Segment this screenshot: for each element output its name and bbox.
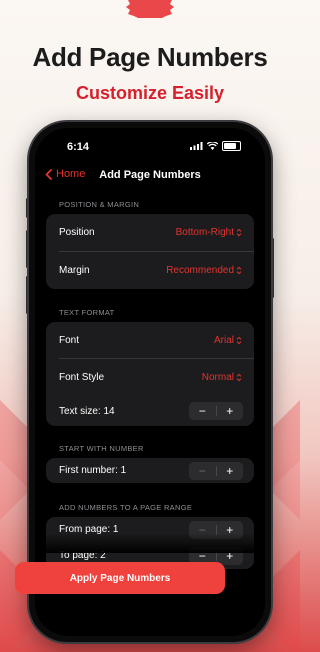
position-label: Position	[59, 227, 95, 238]
signal-icon	[190, 142, 203, 150]
row-font-style[interactable]: Font Style Normal	[46, 359, 254, 395]
text-size-label: Text size: 14	[59, 405, 115, 417]
row-position[interactable]: Position Bottom-Right	[46, 214, 254, 251]
font-style-label: Font Style	[59, 371, 105, 383]
phone-screen: 6:14 Home Add Page Numbers POSITION & MA…	[35, 128, 265, 636]
battery-icon	[222, 141, 241, 151]
chevron-updown-icon	[236, 228, 242, 237]
section-header-text-format: TEXT FORMAT	[59, 308, 115, 317]
section-header-page-range: ADD NUMBERS TO A PAGE RANGE	[59, 503, 193, 512]
chevron-updown-icon	[236, 373, 242, 381]
status-time: 6:14	[67, 141, 90, 153]
chevron-updown-icon	[236, 266, 242, 275]
text-size-increment-button[interactable]: +	[217, 402, 244, 420]
group-position-margin: Position Bottom-Right Margin Recommended	[46, 214, 254, 289]
font-label: Font	[59, 334, 80, 346]
row-margin[interactable]: Margin Recommended	[46, 252, 254, 289]
first-number-label: First number: 1	[59, 465, 127, 476]
row-font[interactable]: Font Arial	[46, 322, 254, 358]
first-number-increment-button[interactable]: +	[217, 462, 244, 480]
margin-select[interactable]: Recommended	[166, 265, 242, 276]
top-badge-icon	[126, 0, 174, 18]
row-first-number: First number: 1 − +	[46, 458, 254, 483]
phone-power-button	[271, 238, 274, 298]
section-header-position-margin: POSITION & MARGIN	[59, 200, 140, 209]
dynamic-island	[114, 143, 184, 163]
margin-label: Margin	[59, 265, 90, 276]
text-size-decrement-button[interactable]: −	[189, 402, 216, 420]
promo-subheadline: Customize Easily	[75, 83, 225, 103]
text-size-stepper[interactable]: − +	[189, 402, 243, 420]
first-number-stepper[interactable]: − +	[189, 461, 244, 480]
navigation-bar: Home Add Page Numbers	[35, 164, 265, 188]
font-style-select[interactable]: Normal	[202, 372, 242, 383]
position-select[interactable]: Bottom-Right	[176, 227, 242, 238]
wifi-icon	[207, 142, 218, 150]
group-text-format: Font Arial Font Style Normal Text size: …	[46, 322, 254, 426]
status-bar: 6:14	[35, 138, 265, 163]
group-start-number: First number: 1 − +	[46, 458, 254, 483]
promo-headline: Add Page Numbers	[32, 42, 268, 72]
nav-title: Add Page Numbers	[99, 169, 201, 181]
font-select[interactable]: Arial	[214, 335, 242, 346]
section-header-start-number: START WITH NUMBER	[59, 444, 144, 453]
bottom-fade	[35, 533, 265, 553]
row-text-size: Text size: 14 − +	[46, 396, 254, 426]
chevron-updown-icon	[236, 336, 242, 344]
apply-page-numbers-button[interactable]: Apply Page Numbers	[15, 562, 225, 594]
first-number-decrement-button[interactable]: −	[189, 462, 216, 480]
